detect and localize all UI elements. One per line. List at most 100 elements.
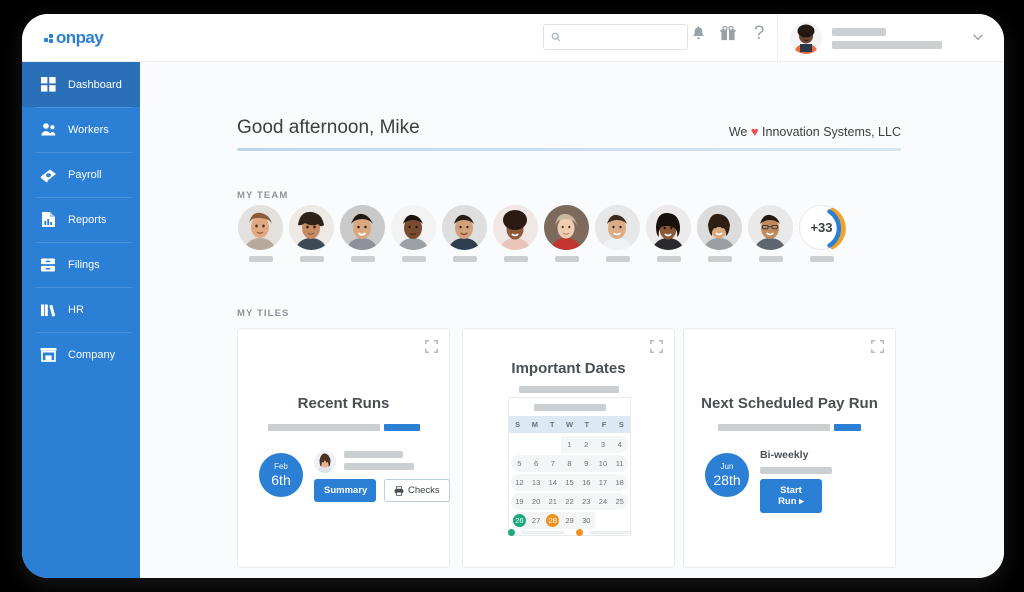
page-title: Good afternoon, Mike: [237, 117, 420, 138]
app-window: onpay ? Dashboard Workers Payroll Report…: [22, 14, 1004, 578]
help-icon[interactable]: ?: [748, 24, 770, 44]
calendar-widget[interactable]: S M T W T F S 1 2 3 4 5 6 7 8 9 10 11 12…: [508, 397, 631, 536]
checks-button-label: Checks: [408, 485, 440, 496]
calendar-day[interactable]: 5: [511, 455, 528, 472]
sidebar-item-label: Workers: [68, 123, 109, 136]
start-run-button[interactable]: Start Run ▸: [760, 479, 822, 513]
sidebar-item-payroll[interactable]: Payroll: [22, 152, 140, 197]
search-input[interactable]: [565, 31, 677, 43]
calendar-day: [511, 436, 528, 453]
avatar: [238, 205, 283, 250]
calendar-day[interactable]: 18: [611, 474, 628, 491]
calendar-day[interactable]: 27: [528, 512, 545, 529]
team-member[interactable]: [694, 205, 745, 262]
calendar-day[interactable]: 29: [561, 512, 578, 529]
sidebar-item-filings[interactable]: Filings: [22, 242, 140, 287]
next-run-date-badge: Jun 28th: [705, 453, 749, 497]
bell-icon[interactable]: [687, 26, 709, 49]
calendar-day[interactable]: 12: [511, 474, 528, 491]
gift-icon[interactable]: [717, 25, 739, 47]
expand-icon[interactable]: [650, 340, 663, 353]
calendar-day[interactable]: 8: [561, 455, 578, 472]
sidebar-item-company[interactable]: Company: [22, 332, 140, 377]
tile-bar-gray: [267, 424, 380, 431]
sidebar-item-dashboard[interactable]: Dashboard: [22, 62, 140, 107]
user-company-bar: [832, 40, 942, 49]
next-run-day: 28th: [713, 472, 741, 488]
file-drawer-icon: [38, 256, 58, 274]
weekday: S: [515, 420, 521, 429]
summary-button[interactable]: Summary: [314, 479, 376, 502]
calendar-day: [611, 512, 629, 529]
tile-bar-blue: [383, 424, 420, 431]
calendar-day[interactable]: 7: [544, 455, 561, 472]
calendar-day[interactable]: 6: [528, 455, 545, 472]
checks-button[interactable]: Checks: [384, 479, 450, 502]
calendar-day[interactable]: 9: [578, 455, 595, 472]
calendar-week: 1 2 3 4: [511, 436, 628, 453]
avatar: [340, 205, 385, 250]
calendar-day[interactable]: 17: [595, 474, 612, 491]
chevron-down-icon[interactable]: [972, 30, 984, 42]
sidebar-item-label: Company: [68, 348, 116, 361]
team-member[interactable]: [541, 205, 592, 262]
calendar-day[interactable]: 19: [511, 493, 528, 510]
calendar-day[interactable]: 23: [578, 493, 595, 510]
calendar-day[interactable]: 25: [611, 493, 628, 510]
calendar-day[interactable]: 10: [595, 455, 612, 472]
calendar-day[interactable]: 11: [611, 455, 628, 472]
sidebar-item-hr[interactable]: HR: [22, 287, 140, 332]
team-member[interactable]: [286, 205, 337, 262]
team-overflow[interactable]: +33: [796, 205, 847, 262]
brand-logo[interactable]: onpay: [22, 28, 140, 48]
avatar: [748, 205, 793, 250]
sidebar-item-workers[interactable]: Workers: [22, 107, 140, 152]
calendar-day[interactable]: 30: [578, 512, 595, 529]
calendar-day[interactable]: 1: [561, 436, 578, 453]
team-member[interactable]: [388, 205, 439, 262]
team-member[interactable]: [235, 205, 286, 262]
calendar-day[interactable]: 13: [528, 474, 545, 491]
team-member[interactable]: [337, 205, 388, 262]
team-member[interactable]: [745, 205, 796, 262]
grid-icon: [38, 76, 58, 94]
team-member-name-bar: [554, 256, 579, 262]
weekday: T: [584, 420, 590, 429]
team-member[interactable]: [439, 205, 490, 262]
legend-dot-green: [508, 529, 515, 536]
employee-name-bar: [344, 451, 403, 458]
calendar-day[interactable]: 22: [561, 493, 578, 510]
team-member[interactable]: [490, 205, 541, 262]
sidebar-item-reports[interactable]: Reports: [22, 197, 140, 242]
calendar-day[interactable]: 2: [578, 436, 595, 453]
next-run-info: Bi-weekly: [760, 449, 832, 474]
team-member-name-bar: [299, 256, 324, 262]
calendar-day-highlight-green[interactable]: 26: [511, 512, 528, 529]
calendar-day[interactable]: 3: [595, 436, 612, 453]
user-menu[interactable]: [790, 22, 942, 54]
calendar-day[interactable]: 14: [544, 474, 561, 491]
weekday: F: [601, 420, 607, 429]
main-content: Good afternoon, Mike We ♥ Innovation Sys…: [140, 62, 1004, 578]
run-employee-row: [314, 451, 414, 473]
calendar-day-highlight-orange[interactable]: 28: [544, 512, 561, 529]
team-member-name-bar: [707, 256, 732, 262]
expand-icon[interactable]: [425, 340, 438, 353]
expand-icon[interactable]: [871, 340, 884, 353]
company-prefix: We: [728, 125, 748, 139]
progress-ring-icon: [827, 207, 846, 250]
calendar-day[interactable]: 4: [611, 436, 628, 453]
calendar-week: 5 6 7 8 9 10 11: [511, 455, 628, 472]
calendar-day[interactable]: 21: [544, 493, 561, 510]
avatar: [314, 451, 336, 473]
calendar-day[interactable]: 20: [528, 493, 545, 510]
calendar-day[interactable]: 16: [578, 474, 595, 491]
calendar-day[interactable]: 24: [595, 493, 612, 510]
calendar-day[interactable]: 15: [561, 474, 578, 491]
calendar-week: 19 20 21 22 23 24 25: [511, 493, 628, 510]
avatar: [544, 205, 589, 250]
search-input-wrapper[interactable]: [543, 24, 688, 50]
team-member[interactable]: [643, 205, 694, 262]
team-member[interactable]: [592, 205, 643, 262]
chart-document-icon: [38, 211, 58, 229]
